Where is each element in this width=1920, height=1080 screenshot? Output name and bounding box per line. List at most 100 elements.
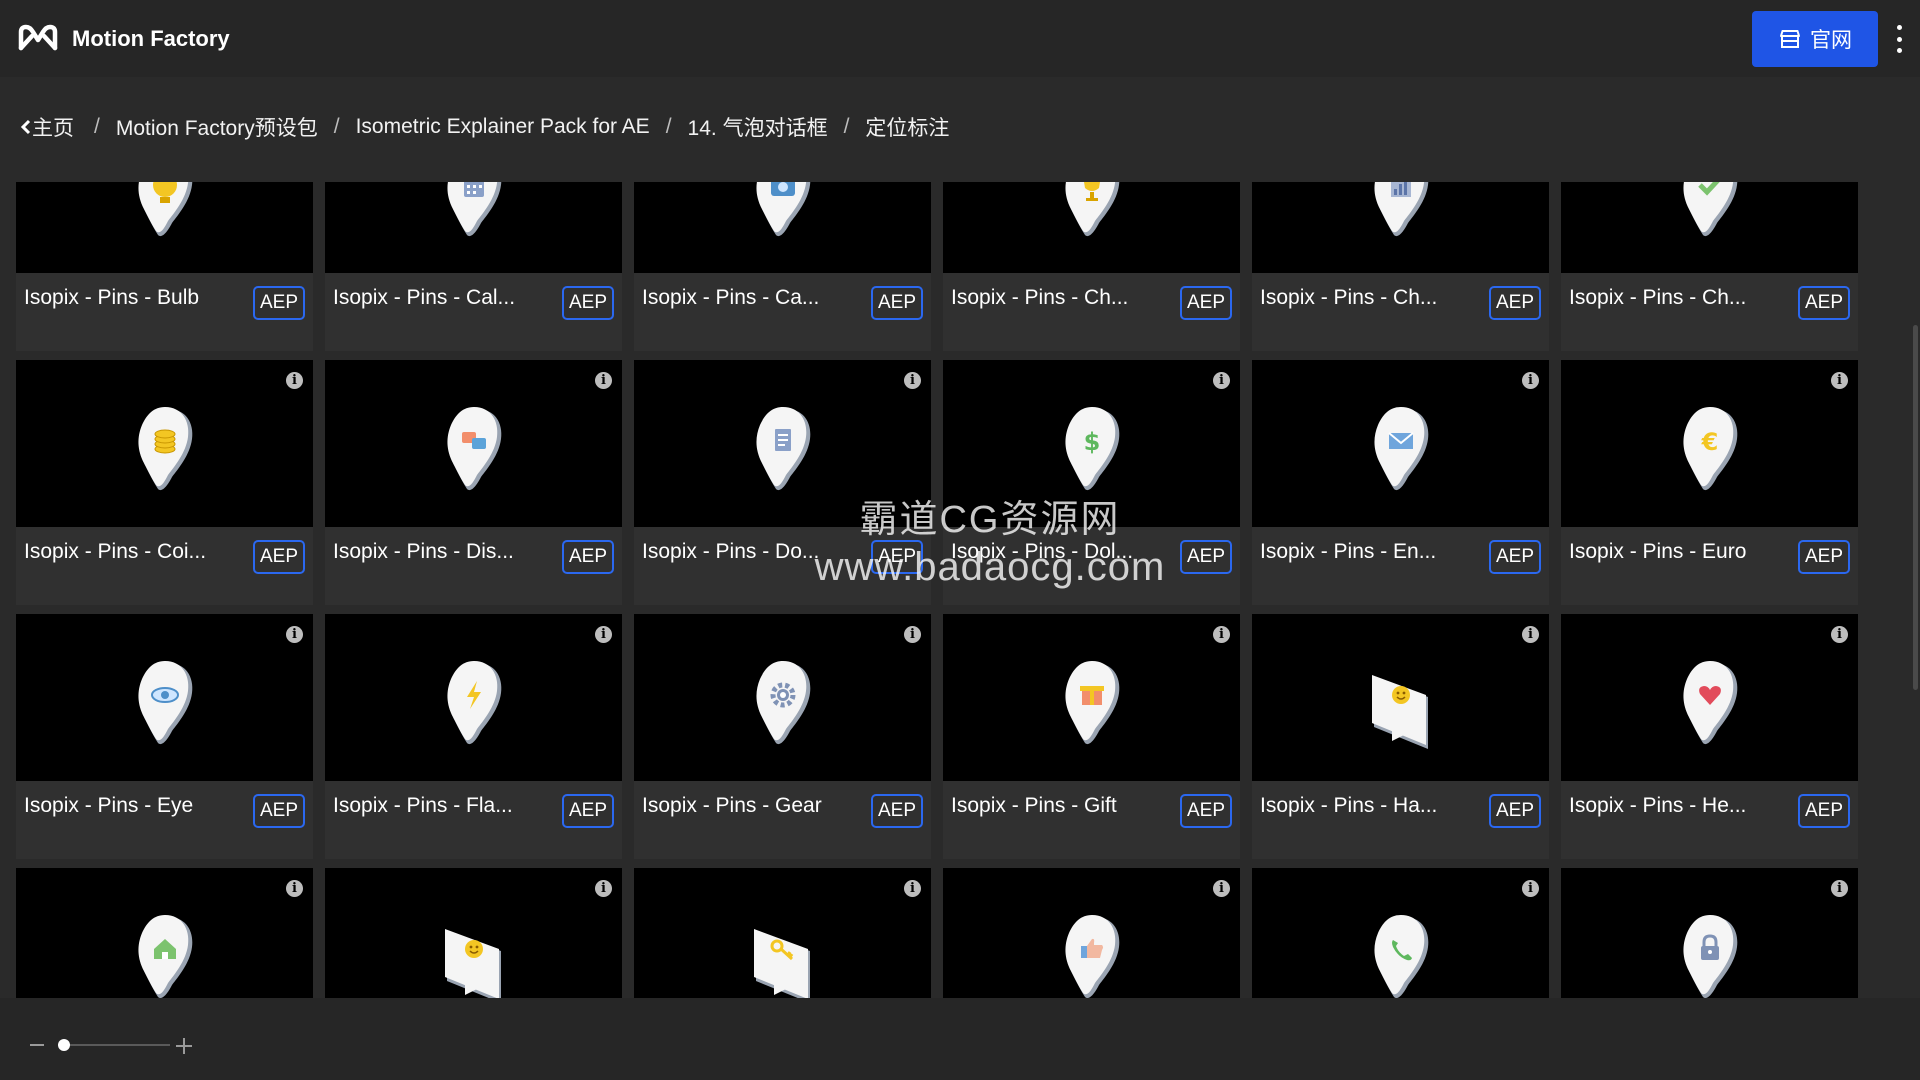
info-icon[interactable]: i (1831, 880, 1848, 897)
info-icon[interactable]: i (1213, 626, 1230, 643)
asset-card[interactable]: Isopix - Pins - Cal... AEP (325, 182, 622, 351)
asset-thumbnail[interactable] (943, 182, 1240, 273)
info-icon[interactable]: i (595, 372, 612, 389)
breadcrumb-home-link[interactable]: 主页 (20, 112, 74, 142)
info-icon[interactable]: i (595, 880, 612, 897)
asset-card[interactable]: i Isopix - Pins - Gear AEP (634, 614, 931, 859)
motion-factory-logo-icon[interactable] (18, 24, 58, 52)
info-icon[interactable]: i (1831, 372, 1848, 389)
breadcrumb-separator: / (94, 115, 100, 138)
asset-card[interactable]: i Isopix - Pins - Gift AEP (943, 614, 1240, 859)
info-icon[interactable]: i (1831, 626, 1848, 643)
asset-thumbnail[interactable]: i (325, 868, 622, 998)
asset-thumbnail[interactable]: i (325, 614, 622, 781)
asset-thumbnail[interactable]: i (325, 360, 622, 527)
info-icon[interactable]: i (286, 372, 303, 389)
info-icon[interactable]: i (286, 880, 303, 897)
asset-card[interactable]: i (1561, 868, 1858, 998)
scrollbar[interactable] (1913, 325, 1918, 690)
breadcrumb-presets-link[interactable]: Motion Factory预设包 (116, 112, 318, 142)
asset-thumbnail[interactable]: i (16, 868, 313, 998)
asset-thumbnail[interactable]: i (1252, 868, 1549, 998)
info-icon[interactable]: i (1522, 880, 1539, 897)
padlock-pin-icon (1683, 915, 1738, 998)
breadcrumb-category-link[interactable]: 14. 气泡对话框 (688, 112, 828, 142)
asset-card[interactable]: i (634, 868, 931, 998)
asset-name: Isopix - Pins - Dol... (951, 540, 1134, 563)
aep-badge: AEP (1489, 540, 1541, 574)
asset-card[interactable]: i Isopix - Pins - He... AEP (1561, 614, 1858, 859)
asset-thumbnail[interactable]: $ i (943, 360, 1240, 527)
asset-card[interactable]: i Isopix - Pins - Coi... AEP (16, 360, 313, 605)
asset-card[interactable]: i (325, 868, 622, 998)
zoom-in-icon[interactable] (176, 1038, 192, 1054)
asset-thumbnail[interactable] (16, 182, 313, 273)
info-icon[interactable]: i (1213, 880, 1230, 897)
asset-name: Isopix - Pins - En... (1260, 540, 1437, 563)
asset-thumbnail[interactable]: i (1252, 614, 1549, 781)
asset-name: Isopix - Pins - Gear (642, 794, 822, 817)
asset-card[interactable]: Isopix - Pins - Ch... AEP (1252, 182, 1549, 351)
asset-card[interactable]: i Isopix - Pins - Do... AEP (634, 360, 931, 605)
asset-thumbnail[interactable] (634, 182, 931, 273)
asset-card[interactable]: i Isopix - Pins - Eye AEP (16, 614, 313, 859)
smiley-pin-icon (1372, 675, 1428, 749)
asset-card[interactable]: Isopix - Pins - Ca... AEP (634, 182, 931, 351)
asset-card[interactable]: i (16, 868, 313, 998)
asset-thumbnail[interactable]: i (16, 614, 313, 781)
asset-card[interactable]: $ i Isopix - Pins - Dol... AEP (943, 360, 1240, 605)
asset-thumbnail[interactable]: i (1252, 360, 1549, 527)
aep-badge: AEP (871, 286, 923, 320)
info-icon[interactable]: i (286, 626, 303, 643)
asset-card[interactable]: € i Isopix - Pins - Euro AEP (1561, 360, 1858, 605)
asset-card[interactable]: i (1252, 868, 1549, 998)
asset-card[interactable]: Isopix - Pins - Bulb AEP (16, 182, 313, 351)
zoom-out-icon[interactable] (30, 1044, 44, 1046)
asset-thumbnail[interactable]: i (16, 360, 313, 527)
info-icon[interactable]: i (904, 880, 921, 897)
breadcrumb: 主页 / Motion Factory预设包 / Isometric Expla… (20, 112, 949, 142)
asset-thumbnail[interactable]: i (1561, 614, 1858, 781)
asset-thumbnail[interactable]: i (1561, 868, 1858, 998)
asset-name: Isopix - Pins - Eye (24, 794, 194, 817)
asset-thumbnail[interactable]: i (943, 868, 1240, 998)
heart-pin-icon (1683, 661, 1738, 745)
asset-thumbnail[interactable]: i (634, 868, 931, 998)
asset-thumbnail[interactable] (1252, 182, 1549, 273)
envelope-pin-icon (1374, 407, 1429, 491)
breadcrumb-separator: / (333, 115, 340, 138)
asset-name: Isopix - Pins - He... (1569, 794, 1747, 817)
asset-card[interactable]: i Isopix - Pins - Fla... AEP (325, 614, 622, 859)
breadcrumb-pack-link[interactable]: Isometric Explainer Pack for AE (356, 115, 650, 139)
asset-card[interactable]: i (943, 868, 1240, 998)
aep-badge: AEP (562, 794, 614, 828)
zoom-slider[interactable] (58, 1044, 170, 1046)
asset-thumbnail[interactable]: i (943, 614, 1240, 781)
key-pin-icon (754, 929, 810, 998)
info-icon[interactable]: i (595, 626, 612, 643)
info-icon[interactable]: i (1522, 626, 1539, 643)
asset-thumbnail[interactable]: € i (1561, 360, 1858, 527)
zoom-slider-handle[interactable] (57, 1039, 70, 1051)
official-site-button[interactable]: 官网 (1752, 11, 1878, 67)
asset-card[interactable]: Isopix - Pins - Ch... AEP (1561, 182, 1858, 351)
calendar-pin-icon (447, 182, 502, 236)
asset-thumbnail[interactable]: i (634, 360, 931, 527)
asset-card[interactable]: i Isopix - Pins - Dis... AEP (325, 360, 622, 605)
asset-card[interactable]: Isopix - Pins - Ch... AEP (943, 182, 1240, 351)
asset-thumbnail[interactable]: i (634, 614, 931, 781)
info-icon[interactable]: i (904, 626, 921, 643)
more-menu-icon[interactable] (1892, 25, 1906, 53)
svg-text:€: € (1701, 428, 1719, 456)
asset-card[interactable]: i Isopix - Pins - En... AEP (1252, 360, 1549, 605)
info-icon[interactable]: i (1522, 372, 1539, 389)
asset-card[interactable]: i Isopix - Pins - Ha... AEP (1252, 614, 1549, 859)
gift-pin-icon (1065, 661, 1120, 745)
asset-thumbnail[interactable] (325, 182, 622, 273)
info-icon[interactable]: i (1213, 372, 1230, 389)
asset-name: Isopix - Pins - Gift (951, 794, 1117, 817)
aep-badge: AEP (1798, 540, 1850, 574)
eye-pin-icon (138, 661, 193, 745)
info-icon[interactable]: i (904, 372, 921, 389)
asset-thumbnail[interactable] (1561, 182, 1858, 273)
